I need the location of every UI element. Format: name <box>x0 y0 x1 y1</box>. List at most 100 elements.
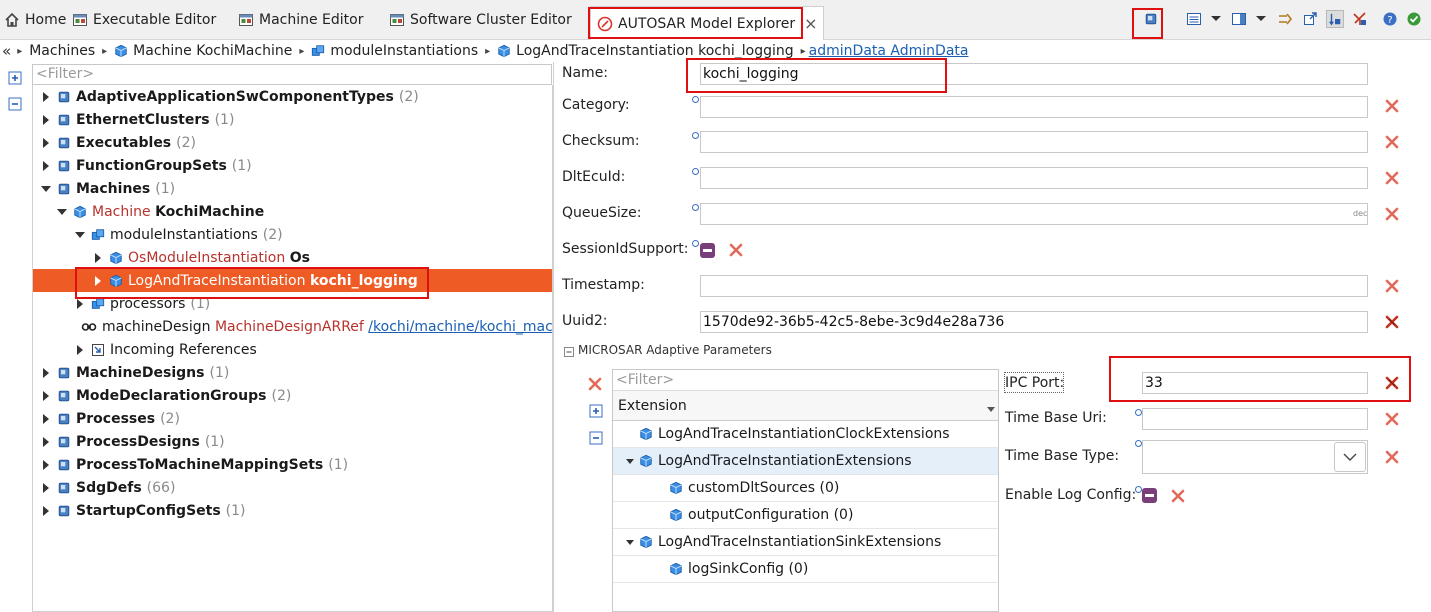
package-view-button[interactable] <box>1142 10 1160 28</box>
chevron-down-icon[interactable] <box>1256 16 1266 21</box>
filter-button[interactable] <box>1351 10 1369 28</box>
close-icon[interactable]: × <box>804 14 817 33</box>
chevron-down-icon[interactable] <box>1211 16 1221 21</box>
collapse-arrow-icon[interactable] <box>41 160 51 171</box>
collapse-arrow-icon[interactable] <box>93 275 103 286</box>
breadcrumb-item-log-and-trace[interactable]: LogAndTraceInstantiation kochi_logging <box>497 43 794 59</box>
collapse-arrow-icon[interactable] <box>41 436 51 447</box>
extension-row[interactable]: LogAndTraceInstantiationClockExtensions <box>613 421 998 448</box>
export-button[interactable] <box>1301 10 1319 28</box>
delete-icon[interactable] <box>1171 489 1185 503</box>
collapse-arrow-icon[interactable] <box>41 413 51 424</box>
tree-item[interactable]: ProcessDesigns (1) <box>33 430 552 453</box>
expand-arrow-icon[interactable] <box>41 184 51 194</box>
breadcrumb-item-module-instantiations[interactable]: moduleInstantiations <box>311 43 478 59</box>
expand-all-icon[interactable] <box>589 404 603 418</box>
list-view-button[interactable] <box>1185 10 1203 28</box>
collapse-arrow-icon[interactable] <box>41 367 51 378</box>
extension-row[interactable]: customDltSources (0) <box>613 475 998 502</box>
tree-item[interactable]: SdgDefs (66) <box>33 476 552 499</box>
tree-item[interactable]: StartupConfigSets (1) <box>33 499 552 522</box>
section-collapse-icon[interactable] <box>564 347 574 357</box>
extension-row[interactable]: LogAndTraceInstantiationExtensions <box>613 448 998 475</box>
tree-item[interactable]: moduleInstantiations (2) <box>33 223 552 246</box>
expand-arrow-icon[interactable] <box>57 207 67 217</box>
tab-executable-editor[interactable]: Executable Editor <box>72 6 216 34</box>
delete-icon[interactable] <box>1385 99 1399 113</box>
delete-icon[interactable] <box>1385 376 1399 390</box>
tree-item[interactable]: Machines (1) <box>33 177 552 200</box>
delete-icon[interactable] <box>1385 315 1399 329</box>
tree-item[interactable]: Processes (2) <box>33 407 552 430</box>
expand-arrow-icon[interactable] <box>623 539 637 545</box>
extension-row[interactable]: outputConfiguration (0) <box>613 502 998 529</box>
delete-extension-icon[interactable] <box>588 377 602 391</box>
status-ok-button[interactable] <box>1405 10 1423 28</box>
tree-item[interactable]: AdaptiveApplicationSwComponentTypes (2) <box>33 85 552 108</box>
extension-column-header[interactable]: Extension <box>613 391 998 421</box>
dlt-ecu-id-field[interactable] <box>700 167 1368 189</box>
tree-item[interactable]: MachineDesigns (1) <box>33 361 552 384</box>
tab-home[interactable]: Home <box>4 6 66 34</box>
tree-item-selected[interactable]: LogAndTraceInstantiation kochi_logging <box>33 269 552 292</box>
collapse-arrow-icon[interactable] <box>41 390 51 401</box>
collapse-arrow-icon[interactable] <box>41 114 51 125</box>
tree-item[interactable]: ModeDeclarationGroups (2) <box>33 384 552 407</box>
category-field[interactable] <box>700 96 1368 118</box>
tree-item[interactable]: Machine KochiMachine <box>33 200 552 223</box>
tree-item[interactable]: EthernetClusters (1) <box>33 108 552 131</box>
uuid2-field[interactable]: 1570de92-36b5-42c5-8ebe-3c9d4e28a736 <box>700 311 1368 333</box>
delete-icon[interactable] <box>1385 450 1399 464</box>
tree-item[interactable]: processors (1) <box>33 292 552 315</box>
delete-icon[interactable] <box>1385 412 1399 426</box>
timestamp-field[interactable] <box>700 275 1368 297</box>
sort-button[interactable] <box>1326 10 1344 28</box>
tree-item[interactable]: machineDesign MachineDesignARRef /kochi/… <box>33 315 552 338</box>
unset-boolean-button[interactable] <box>1142 488 1157 503</box>
layout-button[interactable] <box>1230 10 1248 28</box>
extension-row[interactable]: logSinkConfig (0) <box>613 556 998 583</box>
expand-arrow-icon[interactable] <box>75 230 85 240</box>
reference-link[interactable]: /kochi/machine/kochi_machin <box>368 319 552 335</box>
collapse-arrow-icon[interactable] <box>75 344 85 355</box>
unset-boolean-button[interactable] <box>700 243 715 258</box>
expand-arrow-icon[interactable] <box>623 458 637 464</box>
checksum-field[interactable] <box>700 131 1368 153</box>
collapse-arrow-icon[interactable] <box>41 459 51 470</box>
collapse-arrow-icon[interactable] <box>41 91 51 102</box>
collapse-arrow-icon[interactable] <box>41 505 51 516</box>
breadcrumb-item-admin-data[interactable]: adminData AdminData <box>809 43 969 59</box>
extension-row[interactable]: LogAndTraceInstantiationSinkExtensions <box>613 529 998 556</box>
tab-software-cluster-editor[interactable]: Software Cluster Editor <box>389 6 572 34</box>
name-field[interactable]: kochi_logging <box>700 63 1368 85</box>
breadcrumb-item-machine[interactable]: Machine KochiMachine <box>114 43 292 59</box>
ipc-port-field[interactable]: 33 <box>1142 372 1368 394</box>
delete-icon[interactable] <box>1385 207 1399 221</box>
collapse-arrow-icon[interactable] <box>93 252 103 263</box>
tree-item[interactable]: ProcessToMachineMappingSets (1) <box>33 453 552 476</box>
expand-all-icon[interactable] <box>8 71 22 85</box>
link-button[interactable] <box>1276 10 1294 28</box>
dropdown-button[interactable] <box>1334 442 1366 472</box>
help-button[interactable]: ? <box>1381 10 1399 28</box>
tab-machine-editor[interactable]: Machine Editor <box>238 6 364 34</box>
delete-icon[interactable] <box>729 243 743 257</box>
tree-item[interactable]: OsModuleInstantiation Os <box>33 246 552 269</box>
tree-item[interactable]: Executables (2) <box>33 131 552 154</box>
collapse-arrow-icon[interactable] <box>41 482 51 493</box>
tree-item[interactable]: FunctionGroupSets (1) <box>33 154 552 177</box>
extension-filter-input[interactable]: <Filter> <box>613 370 998 391</box>
collapse-left-icon[interactable]: « <box>2 42 11 60</box>
tab-autosar-model-explorer[interactable]: AUTOSAR Model Explorer × <box>590 6 825 40</box>
tree-filter-input[interactable]: <Filter> <box>32 64 552 85</box>
delete-icon[interactable] <box>1385 135 1399 149</box>
time-base-uri-field[interactable] <box>1142 408 1368 430</box>
collapse-all-icon[interactable] <box>589 431 603 445</box>
tree-item[interactable]: Incoming References <box>33 338 552 361</box>
delete-icon[interactable] <box>1385 279 1399 293</box>
queue-size-field[interactable] <box>700 203 1368 225</box>
collapse-arrow-icon[interactable] <box>41 137 51 148</box>
breadcrumb-item-machines[interactable]: Machines <box>29 43 95 59</box>
collapse-arrow-icon[interactable] <box>75 298 85 309</box>
collapse-all-icon[interactable] <box>8 97 22 111</box>
